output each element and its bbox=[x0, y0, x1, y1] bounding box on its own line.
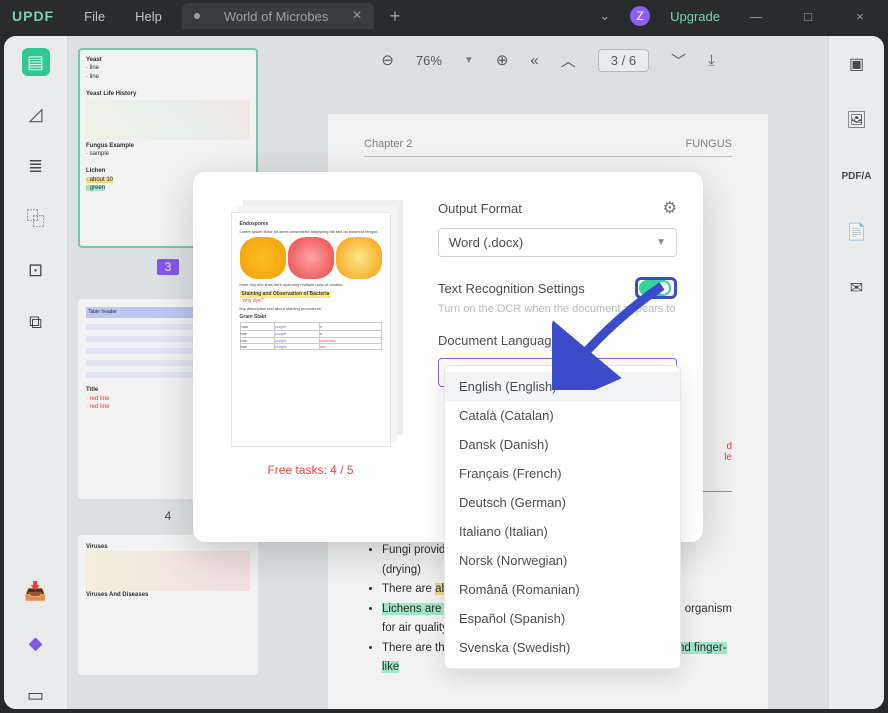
close-button[interactable]: × bbox=[844, 9, 876, 24]
output-format-select[interactable]: Word (.docx) ▼ bbox=[438, 228, 677, 257]
language-option[interactable]: Dansk (Danish) bbox=[445, 430, 680, 459]
language-option[interactable]: Français (French) bbox=[445, 459, 680, 488]
tab-close-icon[interactable]: × bbox=[352, 7, 361, 25]
menu-file[interactable]: File bbox=[84, 9, 105, 24]
language-option[interactable]: Català (Catalan) bbox=[445, 401, 680, 430]
modal-preview-pane: Endospores Lorem ipsum dolor sit amet co… bbox=[193, 172, 428, 542]
language-option[interactable]: English (English) bbox=[445, 372, 680, 401]
maximize-button[interactable]: □ bbox=[792, 9, 824, 24]
export-preview-thumbnail: Endospores Lorem ipsum dolor sit amet co… bbox=[231, 212, 391, 447]
user-avatar[interactable]: Z bbox=[630, 6, 650, 26]
chevron-down-icon[interactable]: ⌄ bbox=[599, 8, 610, 24]
output-format-label: Output Format bbox=[438, 201, 522, 216]
menu-help[interactable]: Help bbox=[135, 9, 162, 24]
language-dropdown-scroll[interactable]: English (English) Català (Catalan) Dansk… bbox=[445, 372, 680, 662]
ocr-toggle-highlight bbox=[635, 277, 677, 299]
document-language-label: Document Language bbox=[438, 333, 677, 348]
ocr-note: Turn on the OCR when the document appear… bbox=[438, 303, 677, 315]
minimize-button[interactable]: — bbox=[740, 9, 772, 24]
document-tab[interactable]: World of Microbes × bbox=[182, 3, 374, 29]
titlebar: UPDF File Help World of Microbes × + ⌄ Z… bbox=[0, 0, 888, 32]
tab-title: World of Microbes bbox=[224, 9, 329, 24]
app-logo: UPDF bbox=[12, 8, 54, 24]
settings-gear-icon[interactable]: ⚙ bbox=[663, 198, 677, 218]
caret-down-icon: ▼ bbox=[656, 237, 666, 248]
upgrade-link[interactable]: Upgrade bbox=[670, 9, 720, 24]
language-option[interactable]: Norsk (Norwegian) bbox=[445, 546, 680, 575]
free-tasks-counter: Free tasks: 4 / 5 bbox=[267, 463, 353, 477]
menu-bar: File Help bbox=[84, 9, 162, 24]
ocr-toggle[interactable] bbox=[639, 280, 671, 296]
language-option[interactable]: Svenska (Swedish) bbox=[445, 633, 680, 662]
language-option[interactable]: Italiano (Italian) bbox=[445, 517, 680, 546]
ocr-label: Text Recognition Settings bbox=[438, 281, 585, 296]
language-option[interactable]: Română (Romanian) bbox=[445, 575, 680, 604]
tab-dot-icon bbox=[194, 13, 200, 19]
language-option[interactable]: Deutsch (German) bbox=[445, 488, 680, 517]
language-dropdown: English (English) Català (Catalan) Dansk… bbox=[444, 365, 681, 669]
output-format-value: Word (.docx) bbox=[449, 235, 523, 250]
add-tab-button[interactable]: + bbox=[390, 6, 401, 27]
language-option[interactable]: Español (Spanish) bbox=[445, 604, 680, 633]
